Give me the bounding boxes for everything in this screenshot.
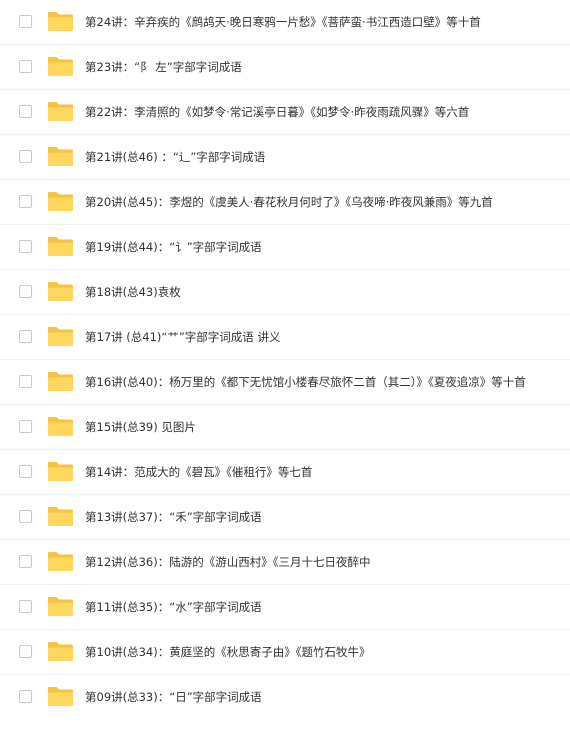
file-row[interactable]: 第10讲(总34)：黄庭坚的《秋思寄子由》《题竹石牧牛》 xyxy=(0,630,570,675)
file-row[interactable]: 第20讲(总45)：李煜的《虞美人·春花秋月何时了》《乌夜啼·昨夜风兼雨》等九首 xyxy=(0,180,570,225)
folder-icon xyxy=(47,281,74,302)
file-name[interactable]: 第13讲(总37)：“禾”字部字词成语 xyxy=(85,509,262,525)
row-checkbox[interactable] xyxy=(19,150,32,163)
file-row[interactable]: 第19讲(总44)：“讠”字部字词成语 xyxy=(0,225,570,270)
folder-icon xyxy=(47,191,74,212)
folder-icon xyxy=(47,596,74,617)
row-checkbox[interactable] xyxy=(19,555,32,568)
row-checkbox[interactable] xyxy=(19,195,32,208)
file-list: 第24讲：辛弃疾的《鹧鸪天·晚日寒鸦一片愁》《菩萨蛮·书江西造口壁》等十首 第23… xyxy=(0,0,570,731)
file-row[interactable]: 第11讲(总35)：“水”字部字词成语 xyxy=(0,585,570,630)
row-checkbox[interactable] xyxy=(19,375,32,388)
row-checkbox[interactable] xyxy=(19,465,32,478)
row-checkbox[interactable] xyxy=(19,420,32,433)
file-name[interactable]: 第14讲：范成大的《碧瓦》《催租行》等七首 xyxy=(85,464,312,480)
file-row[interactable]: 第16讲(总40)：杨万里的《都下无忧馆小楼春尽旅怀二首（其二）》《夏夜追凉》等… xyxy=(0,360,570,405)
file-name[interactable]: 第23讲：“阝 左”字部字词成语 xyxy=(85,59,242,75)
folder-icon xyxy=(47,641,74,662)
row-checkbox[interactable] xyxy=(19,285,32,298)
file-row[interactable]: 第21讲(总46) ：“辶”字部字词成语 xyxy=(0,135,570,180)
file-name[interactable]: 第19讲(总44)：“讠”字部字词成语 xyxy=(85,239,262,255)
file-row[interactable]: 第13讲(总37)：“禾”字部字词成语 xyxy=(0,495,570,540)
file-name[interactable]: 第24讲：辛弃疾的《鹧鸪天·晚日寒鸦一片愁》《菩萨蛮·书江西造口壁》等十首 xyxy=(85,14,481,30)
file-name[interactable]: 第10讲(总34)：黄庭坚的《秋思寄子由》《题竹石牧牛》 xyxy=(85,644,371,660)
file-name[interactable]: 第09讲(总33)：“日”字部字词成语 xyxy=(85,689,262,705)
row-checkbox[interactable] xyxy=(19,105,32,118)
row-checkbox[interactable] xyxy=(19,600,32,613)
row-checkbox[interactable] xyxy=(19,330,32,343)
row-checkbox[interactable] xyxy=(19,510,32,523)
file-name[interactable]: 第17讲 (总41)“艹”字部字词成语 讲义 xyxy=(85,329,280,345)
folder-icon xyxy=(47,236,74,257)
file-row[interactable]: 第14讲：范成大的《碧瓦》《催租行》等七首 xyxy=(0,450,570,495)
file-row[interactable]: 第22讲：李清照的《如梦令·常记溪亭日暮》《如梦令·昨夜雨疏风骤》等六首 xyxy=(0,90,570,135)
file-name[interactable]: 第20讲(总45)：李煜的《虞美人·春花秋月何时了》《乌夜啼·昨夜风兼雨》等九首 xyxy=(85,194,493,210)
folder-icon xyxy=(47,371,74,392)
file-name[interactable]: 第22讲：李清照的《如梦令·常记溪亭日暮》《如梦令·昨夜雨疏风骤》等六首 xyxy=(85,104,469,120)
file-name[interactable]: 第18讲(总43)袁枚 xyxy=(85,284,181,300)
file-row[interactable]: 第15讲(总39) 见图片 xyxy=(0,405,570,450)
file-name[interactable]: 第12讲(总36)：陆游的《游山西村》《三月十七日夜醉中 xyxy=(85,554,371,570)
file-row[interactable]: 第23讲：“阝 左”字部字词成语 xyxy=(0,45,570,90)
file-row[interactable]: 第24讲：辛弃疾的《鹧鸪天·晚日寒鸦一片愁》《菩萨蛮·书江西造口壁》等十首 xyxy=(0,0,570,45)
file-name[interactable]: 第15讲(总39) 见图片 xyxy=(85,419,196,435)
folder-icon xyxy=(47,326,74,347)
folder-icon xyxy=(47,506,74,527)
file-row[interactable]: 第17讲 (总41)“艹”字部字词成语 讲义 xyxy=(0,315,570,360)
file-row[interactable]: 第18讲(总43)袁枚 xyxy=(0,270,570,315)
file-row[interactable]: 第12讲(总36)：陆游的《游山西村》《三月十七日夜醉中 xyxy=(0,540,570,585)
folder-icon xyxy=(47,11,74,32)
file-name[interactable]: 第21讲(总46) ：“辶”字部字词成语 xyxy=(85,149,265,165)
file-row[interactable]: 第09讲(总33)：“日”字部字词成语 xyxy=(0,675,570,720)
folder-icon xyxy=(47,686,74,707)
folder-icon xyxy=(47,146,74,167)
folder-icon xyxy=(47,461,74,482)
folder-icon xyxy=(47,551,74,572)
folder-icon xyxy=(47,416,74,437)
row-checkbox[interactable] xyxy=(19,645,32,658)
row-checkbox[interactable] xyxy=(19,240,32,253)
file-name[interactable]: 第16讲(总40)：杨万里的《都下无忧馆小楼春尽旅怀二首（其二）》《夏夜追凉》等… xyxy=(85,374,526,390)
folder-icon xyxy=(47,101,74,122)
file-name[interactable]: 第11讲(总35)：“水”字部字词成语 xyxy=(85,599,262,615)
row-checkbox[interactable] xyxy=(19,690,32,703)
row-checkbox[interactable] xyxy=(19,15,32,28)
folder-icon xyxy=(47,56,74,77)
row-checkbox[interactable] xyxy=(19,60,32,73)
